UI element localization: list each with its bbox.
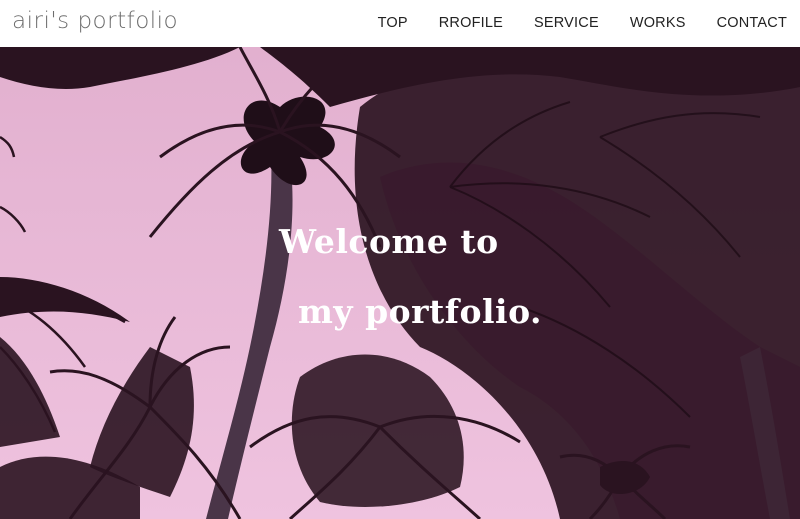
site-header: airi's portfolio TOP RROFILE SERVICE WOR… bbox=[0, 0, 800, 47]
nav-item-top[interactable]: TOP bbox=[378, 15, 408, 31]
palm-trees-background bbox=[0, 47, 800, 519]
hero-headline-line2: my portfolio. bbox=[298, 292, 542, 331]
nav-item-contact[interactable]: CONTACT bbox=[717, 15, 787, 31]
main-nav: TOP RROFILE SERVICE WORKS CONTACT bbox=[347, 15, 787, 31]
site-logo[interactable]: airi's portfolio bbox=[12, 8, 178, 34]
nav-item-profile[interactable]: RROFILE bbox=[439, 15, 503, 31]
nav-item-service[interactable]: SERVICE bbox=[534, 15, 599, 31]
hero-section: Welcome to my portfolio. bbox=[0, 47, 800, 519]
hero-headline-line1: Welcome to bbox=[279, 222, 499, 261]
nav-item-works[interactable]: WORKS bbox=[630, 15, 686, 31]
